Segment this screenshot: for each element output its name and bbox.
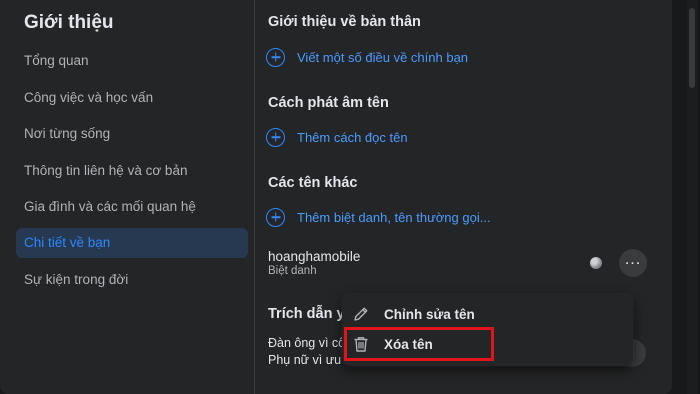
quote-line-1: Đàn ông vì cô	[268, 336, 346, 350]
sidebar-item-family-relationships[interactable]: Gia đình và các mối quan hệ	[16, 192, 248, 222]
add-nickname-link[interactable]: Thêm biệt danh, tên thường gọi...	[266, 206, 491, 228]
quote-line-2: Phụ nữ vì ưu	[268, 353, 342, 367]
pencil-icon	[354, 307, 368, 321]
sidebar-item-details-about-you[interactable]: Chi tiết về bạn	[16, 228, 248, 258]
section-title-about-you: Giới thiệu về bản thân	[268, 14, 421, 30]
menu-item-edit-name-label: Chỉnh sửa tên	[384, 306, 475, 322]
menu-item-edit-name[interactable]: Chỉnh sửa tên	[352, 301, 475, 327]
section-title-favorite-quotes: Trích dẫn yê	[268, 306, 353, 322]
globe-icon[interactable]	[590, 257, 602, 269]
section-title-name-pronunciation: Cách phát âm tên	[268, 95, 389, 111]
sidebar-item-contact-basic-info[interactable]: Thông tin liên hệ và cơ bản	[16, 156, 248, 186]
sidebar-item-work-education[interactable]: Công việc và học vấn	[16, 83, 248, 113]
sidebar-item-overview[interactable]: Tổng quan	[16, 46, 248, 76]
sidebar-item-places-lived[interactable]: Nơi từng sống	[16, 119, 248, 149]
add-about-you-label: Viết một số điều về chính bạn	[297, 49, 469, 65]
scrollbar-thumb[interactable]	[689, 8, 695, 88]
plus-circle-icon	[266, 47, 285, 67]
sidebar-item-life-events[interactable]: Sự kiện trong đời	[16, 265, 248, 295]
nickname-type: Biệt danh	[268, 265, 317, 277]
menu-arrow	[616, 286, 632, 294]
plus-circle-icon	[266, 127, 285, 147]
about-sidebar: Giới thiệu Tổng quan Công việc và học vấ…	[0, 0, 255, 394]
add-about-you-link[interactable]: Viết một số điều về chính bạn	[266, 46, 468, 68]
add-nickname-label: Thêm biệt danh, tên thường gọi...	[297, 209, 491, 225]
plus-circle-icon	[266, 207, 285, 227]
more-options-button[interactable]: ...	[619, 249, 647, 277]
more-dots-icon: ...	[624, 251, 642, 268]
sidebar-title: Giới thiệu	[24, 12, 114, 33]
highlight-annotation-box	[344, 327, 494, 361]
nickname-value: hoanghamobile	[268, 249, 361, 264]
add-pronunciation-label: Thêm cách đọc tên	[297, 129, 408, 145]
section-title-other-names: Các tên khác	[268, 175, 358, 191]
add-pronunciation-link[interactable]: Thêm cách đọc tên	[266, 126, 408, 148]
